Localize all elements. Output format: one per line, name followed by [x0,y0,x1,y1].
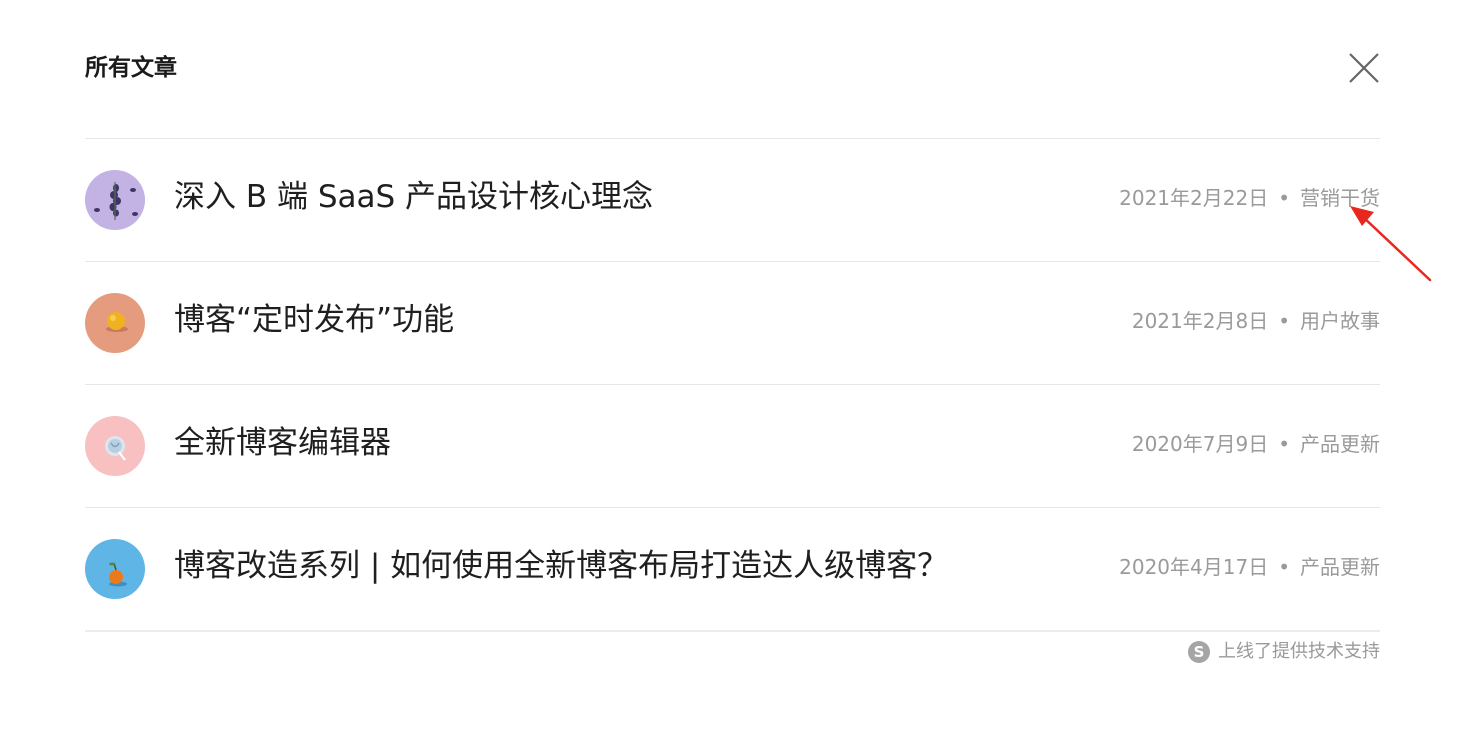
powered-by-text: 上线了提供技术支持 [1218,641,1380,662]
post-date: 2020年4月17日 [1119,555,1269,579]
tangerine-thumbnail [85,539,145,599]
post-row[interactable]: 博客改造系列 | 如何使用全新博客布局打造达人级博客？ 2020年4月17日 • 产… [85,508,1380,632]
post-category[interactable]: 营销干货 [1300,186,1380,210]
post-row[interactable]: 深入 B 端 SaaS 产品设计核心理念 2021年2月22日 • 营销干货 [85,139,1380,262]
post-date: 2021年2月22日 [1119,186,1269,210]
strikingly-logo-icon: S [1188,641,1210,663]
post-row[interactable]: 全新博客编辑器 2020年7月9日 • 产品更新 [85,385,1380,508]
post-category[interactable]: 产品更新 [1300,432,1380,456]
all-posts-modal: 所有文章 深入 B 端 SaaS 产品设计核心理念 2021年2月22日 • 营… [0,0,1475,734]
modal-title: 所有文章 [85,55,177,81]
post-category[interactable]: 用户故事 [1300,309,1380,333]
post-date: 2021年2月8日 [1131,309,1269,333]
powered-by-link[interactable]: S 上线了提供技术支持 [1188,640,1380,664]
post-date: 2020年7月9日 [1131,432,1269,456]
post-category[interactable]: 产品更新 [1300,555,1380,579]
lavender-thumbnail [85,170,145,230]
meta-separator: • [1278,555,1290,579]
post-meta: 2021年2月8日 • 用户故事 [1132,308,1380,334]
fruit-thumbnail [85,293,145,353]
post-title[interactable]: 深入 B 端 SaaS 产品设计核心理念 [174,177,653,217]
close-icon [1349,53,1379,83]
post-meta: 2020年4月17日 • 产品更新 [1119,554,1380,580]
meta-separator: • [1278,186,1290,210]
post-title[interactable]: 全新博客编辑器 [174,423,391,463]
meta-separator: • [1278,309,1290,333]
post-meta: 2020年7月9日 • 产品更新 [1132,431,1380,457]
post-title[interactable]: 博客改造系列 | 如何使用全新博客布局打造达人级博客？ [174,546,948,586]
close-button[interactable] [1344,48,1384,88]
post-list: 深入 B 端 SaaS 产品设计核心理念 2021年2月22日 • 营销干货 博客“… [85,138,1380,632]
meta-separator: • [1278,432,1290,456]
post-row[interactable]: 博客“定时发布”功能 2021年2月8日 • 用户故事 [85,262,1380,385]
post-title[interactable]: 博客“定时发布”功能 [174,300,454,340]
post-meta: 2021年2月22日 • 营销干货 [1119,185,1380,211]
lollipop-thumbnail [85,416,145,476]
